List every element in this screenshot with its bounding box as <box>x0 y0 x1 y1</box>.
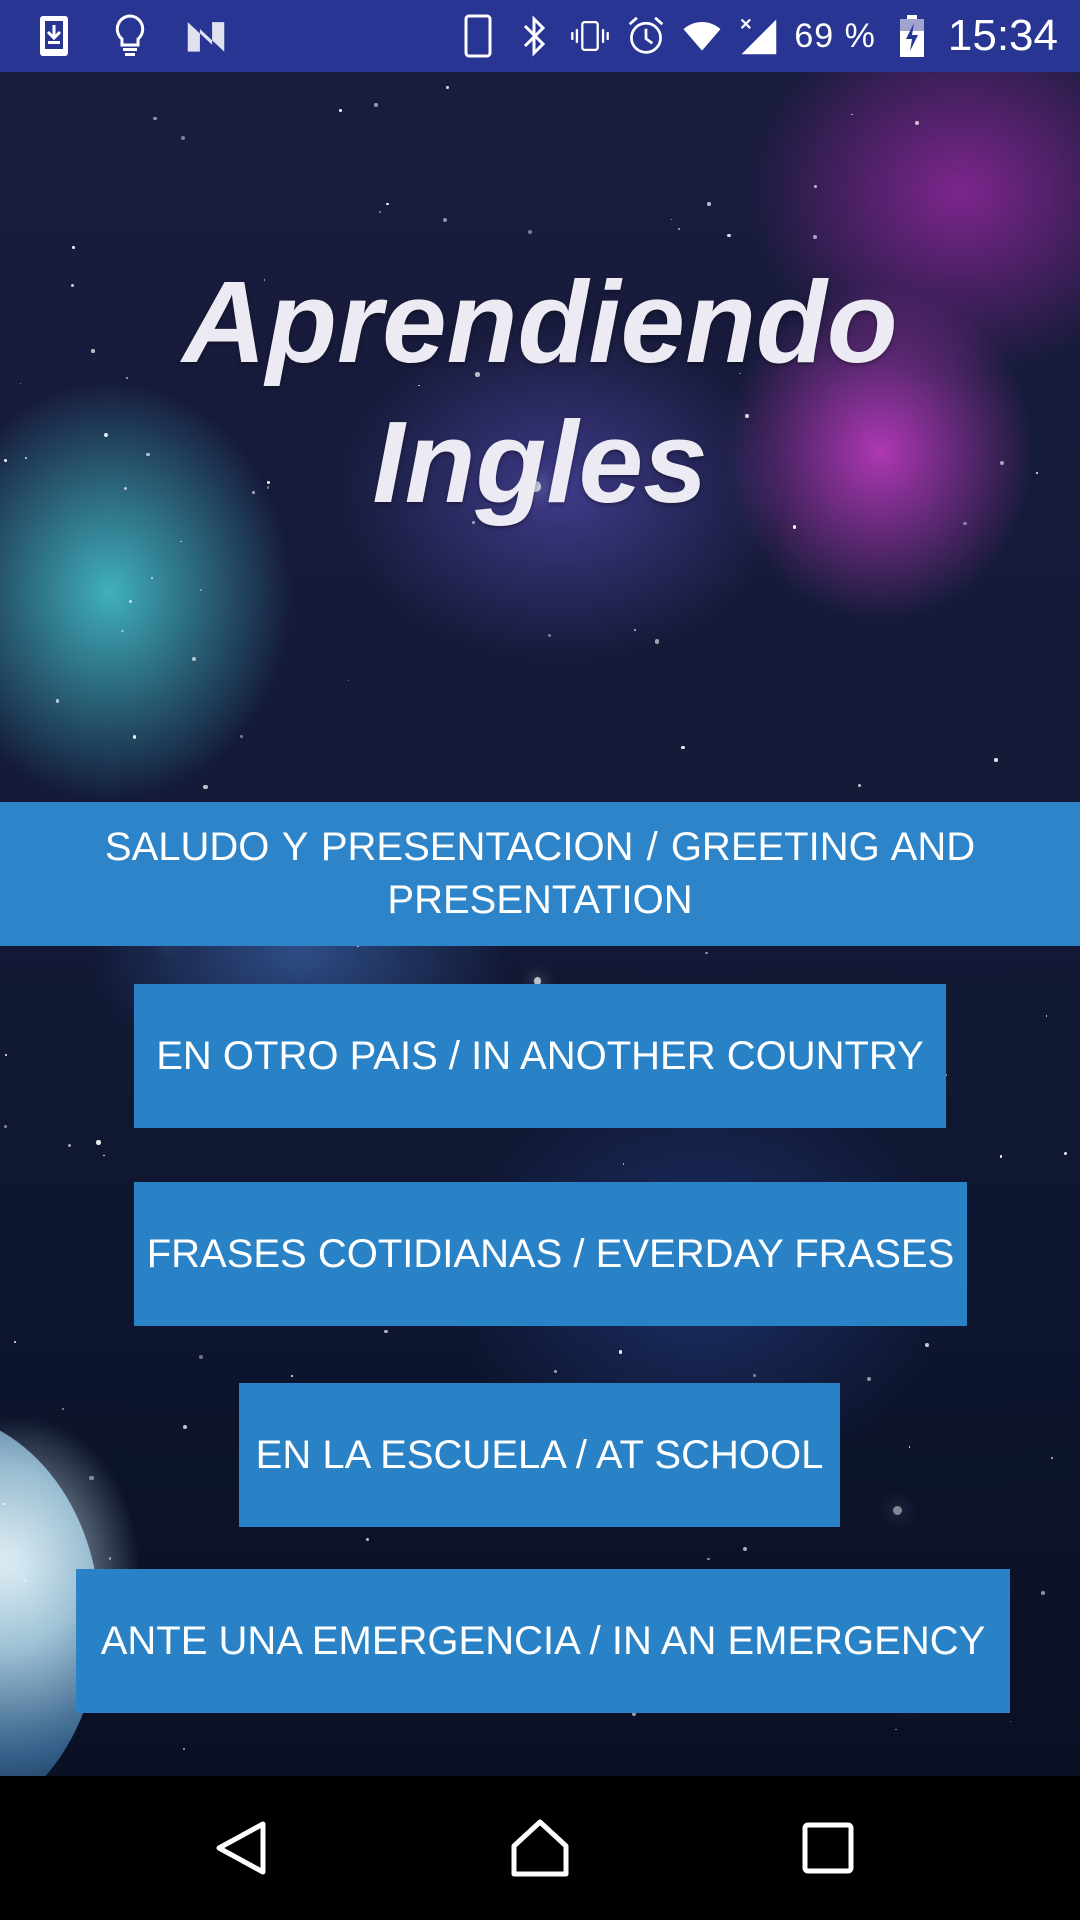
star <box>150 576 153 579</box>
star <box>742 1546 747 1551</box>
star <box>89 1476 94 1481</box>
star <box>528 230 532 234</box>
star <box>55 699 60 703</box>
star <box>914 121 919 125</box>
lightbulb-icon <box>110 14 150 58</box>
star <box>727 234 731 238</box>
star <box>554 1370 558 1374</box>
star <box>347 679 350 682</box>
star <box>633 629 636 632</box>
battery-percent: 69 % <box>794 16 876 55</box>
star <box>67 1143 71 1148</box>
at-school-button[interactable]: EN LA ESCUELA / AT SCHOOL <box>239 1383 840 1527</box>
star <box>72 245 75 249</box>
star <box>893 1505 903 1515</box>
star <box>108 1557 111 1560</box>
star <box>445 86 449 90</box>
bluetooth-icon <box>514 14 554 58</box>
star <box>622 1163 625 1165</box>
star <box>706 202 711 207</box>
status-bar: 69 % 15:34 <box>0 0 1080 72</box>
star <box>705 951 709 955</box>
n-logo-icon <box>186 14 226 58</box>
star <box>850 113 853 116</box>
notification-icons <box>34 10 226 62</box>
emergency-button[interactable]: ANTE UNA EMERGENCIA / IN AN EMERGENCY <box>76 1569 1010 1713</box>
star <box>121 629 124 633</box>
star <box>654 639 660 644</box>
star <box>153 116 157 121</box>
recents-icon[interactable] <box>792 1812 864 1884</box>
star <box>1000 1155 1003 1158</box>
star <box>3 1125 7 1129</box>
download-done-icon <box>34 14 74 58</box>
star <box>858 783 862 787</box>
star <box>290 1375 293 1378</box>
home-icon[interactable] <box>504 1812 576 1884</box>
everyday-phrases-button[interactable]: FRASES COTIDIANAS / EVERDAY FRASES <box>134 1182 967 1326</box>
star <box>379 210 381 213</box>
star <box>96 1140 101 1145</box>
star <box>13 1340 16 1343</box>
star <box>182 1425 187 1430</box>
navigation-bar <box>0 1776 1080 1920</box>
star <box>1009 1720 1012 1723</box>
star <box>384 1329 388 1334</box>
star <box>179 540 182 543</box>
star <box>181 135 186 140</box>
star <box>3 1502 6 1505</box>
star <box>706 1557 710 1561</box>
star <box>753 1373 757 1377</box>
clock: 15:34 <box>947 11 1058 60</box>
star <box>198 1354 203 1359</box>
back-icon[interactable] <box>205 1812 277 1884</box>
star <box>618 1350 623 1354</box>
star <box>677 227 681 231</box>
star <box>200 588 202 591</box>
star <box>442 218 447 223</box>
star <box>1045 1015 1048 1018</box>
star <box>924 1342 930 1347</box>
system-icons: 69 % 15:34 <box>458 8 1058 64</box>
star <box>183 1747 186 1750</box>
phone-icon <box>458 14 498 58</box>
star <box>812 234 818 240</box>
star <box>133 735 137 739</box>
star <box>62 1407 65 1411</box>
vibrate-icon <box>570 14 610 58</box>
star <box>895 1728 898 1731</box>
star <box>867 1376 872 1381</box>
star <box>203 784 208 790</box>
app-title: Aprendiendo Ingles <box>0 252 1080 532</box>
star <box>5 1053 8 1056</box>
star <box>1064 1151 1068 1155</box>
main-content: Aprendiendo Ingles SALUDO Y PRESENTACION… <box>0 72 1080 1776</box>
star <box>128 600 133 604</box>
star <box>1050 1456 1054 1460</box>
signal-icon <box>738 14 778 58</box>
app-title-line2: Ingles <box>372 397 708 527</box>
star <box>386 203 389 206</box>
star <box>365 1537 369 1542</box>
star <box>338 108 342 112</box>
star <box>994 758 998 762</box>
star <box>103 1154 105 1157</box>
star <box>191 657 196 662</box>
star <box>1040 1590 1045 1595</box>
battery-charging-icon <box>892 14 932 58</box>
star <box>908 1446 911 1448</box>
star <box>670 218 673 221</box>
another-country-button[interactable]: EN OTRO PAIS / IN ANOTHER COUNTRY <box>134 984 946 1128</box>
star <box>239 735 243 738</box>
star <box>548 634 551 637</box>
star <box>681 745 685 750</box>
wifi-icon <box>682 14 722 58</box>
greeting-button[interactable]: SALUDO Y PRESENTACION / GREETING AND PRE… <box>0 802 1080 946</box>
alarm-icon <box>626 14 666 58</box>
star <box>374 103 378 107</box>
star <box>813 185 817 189</box>
app-title-line1: Aprendiendo <box>182 257 898 387</box>
star <box>22 1578 27 1583</box>
